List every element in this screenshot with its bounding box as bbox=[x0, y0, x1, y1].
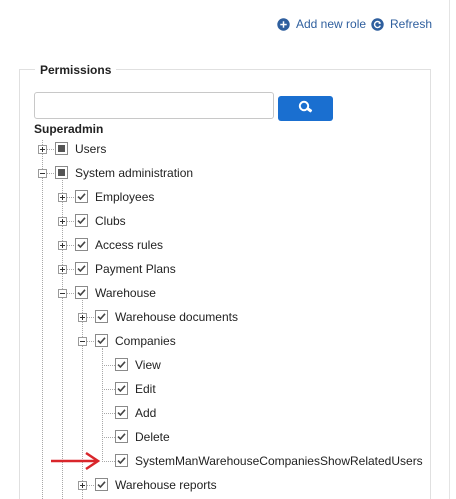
tree-connector bbox=[102, 413, 115, 414]
tree-item-companies[interactable]: Companies bbox=[0, 332, 300, 350]
permission-checkbox[interactable] bbox=[75, 214, 88, 227]
refresh-label: Refresh bbox=[390, 17, 432, 31]
tree-item-system-administration[interactable]: System administration bbox=[0, 164, 300, 182]
tree-item-label: Employees bbox=[95, 190, 154, 204]
tree-item-label: Access rules bbox=[95, 238, 163, 252]
permission-checkbox[interactable] bbox=[115, 454, 128, 467]
tree-item-label: Edit bbox=[135, 382, 156, 396]
permission-checkbox[interactable] bbox=[115, 430, 128, 443]
tree-item-warehouse[interactable]: Warehouse bbox=[0, 284, 300, 302]
tree-item-label: Payment Plans bbox=[95, 262, 176, 276]
tree-root-label: Superadmin bbox=[34, 122, 103, 136]
permissions-title: Permissions bbox=[35, 63, 116, 77]
permission-checkbox[interactable] bbox=[95, 310, 108, 323]
collapse-icon[interactable] bbox=[38, 169, 47, 178]
tree-item-label: Warehouse bbox=[95, 286, 156, 300]
tree-item-employees[interactable]: Employees bbox=[0, 188, 300, 206]
permission-checkbox[interactable] bbox=[95, 334, 108, 347]
role-permissions-panel: Add new role Refresh Permissions Superad… bbox=[0, 0, 456, 499]
expand-icon[interactable] bbox=[58, 193, 67, 202]
tree-item-label: Add bbox=[135, 406, 156, 420]
tree-item-label: Warehouse reports bbox=[115, 478, 217, 492]
expand-icon[interactable] bbox=[78, 481, 87, 490]
tree-item-warehouse-reports[interactable]: Warehouse reports bbox=[0, 476, 300, 494]
tree-item-users[interactable]: Users bbox=[0, 140, 300, 158]
tree-connector bbox=[102, 437, 115, 438]
tree-item-label: View bbox=[135, 358, 161, 372]
permission-checkbox[interactable] bbox=[115, 382, 128, 395]
expand-icon[interactable] bbox=[78, 313, 87, 322]
permission-checkbox[interactable] bbox=[75, 238, 88, 251]
search-icon bbox=[298, 100, 314, 117]
add-new-role-label: Add new role bbox=[296, 17, 366, 31]
tree-item-edit[interactable]: Edit bbox=[0, 380, 300, 398]
tree-item-label: Delete bbox=[135, 430, 170, 444]
tree-item-label: System administration bbox=[75, 166, 193, 180]
panel-edge bbox=[449, 0, 450, 499]
plus-circle-icon bbox=[277, 18, 290, 31]
tree-item-access-rules[interactable]: Access rules bbox=[0, 236, 300, 254]
collapse-icon[interactable] bbox=[58, 289, 67, 298]
refresh-button[interactable]: Refresh bbox=[371, 16, 432, 32]
refresh-icon bbox=[371, 18, 384, 31]
red-arrow-annotation bbox=[48, 451, 104, 474]
tree-connector bbox=[102, 365, 115, 366]
tree-item-view[interactable]: View bbox=[0, 356, 300, 374]
tree-item-payment-plans[interactable]: Payment Plans bbox=[0, 260, 300, 278]
tree-item-warehouse-documents[interactable]: Warehouse documents bbox=[0, 308, 300, 326]
tree-connector bbox=[102, 389, 115, 390]
tree-item-add[interactable]: Add bbox=[0, 404, 300, 422]
tree-item-label: Companies bbox=[115, 334, 176, 348]
tree-item-label: Clubs bbox=[95, 214, 126, 228]
permission-checkbox[interactable] bbox=[75, 262, 88, 275]
search-button[interactable] bbox=[278, 96, 333, 121]
tree-item-clubs[interactable]: Clubs bbox=[0, 212, 300, 230]
expand-icon[interactable] bbox=[58, 217, 67, 226]
permission-checkbox[interactable] bbox=[115, 358, 128, 371]
permission-checkbox[interactable] bbox=[75, 190, 88, 203]
tree-item-label: SystemManWarehouseCompaniesShowRelatedUs… bbox=[135, 454, 423, 468]
permission-checkbox[interactable] bbox=[55, 142, 68, 155]
expand-icon[interactable] bbox=[58, 265, 67, 274]
expand-icon[interactable] bbox=[58, 241, 67, 250]
tree-item-label: Users bbox=[75, 142, 106, 156]
permission-search-input[interactable] bbox=[34, 92, 274, 119]
permission-checkbox[interactable] bbox=[95, 478, 108, 491]
tree-item-delete[interactable]: Delete bbox=[0, 428, 300, 446]
collapse-icon[interactable] bbox=[78, 337, 87, 346]
expand-icon[interactable] bbox=[38, 145, 47, 154]
permission-checkbox[interactable] bbox=[55, 166, 68, 179]
permission-checkbox[interactable] bbox=[115, 406, 128, 419]
add-new-role-button[interactable]: Add new role bbox=[277, 16, 366, 32]
tree-item-label: Warehouse documents bbox=[115, 310, 238, 324]
permission-checkbox[interactable] bbox=[75, 286, 88, 299]
